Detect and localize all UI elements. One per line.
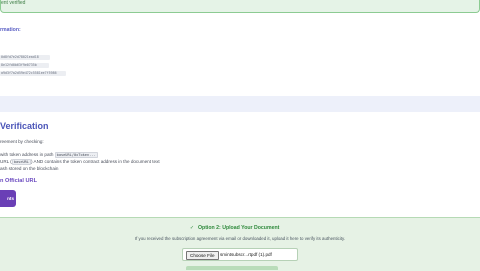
rule-text: with token address in path xyxy=(0,152,54,157)
hash-value: 8e12fd0b63f9e0735b xyxy=(0,63,49,68)
hash-value: 0d8fd7e2d78021ead18 xyxy=(0,55,50,60)
official-url-heading: n Official URL xyxy=(0,178,37,184)
check-icon: ✓ xyxy=(189,225,195,231)
rule-code: baseURL xyxy=(11,159,31,165)
section-divider xyxy=(0,96,480,112)
verification-description: reement by checking: xyxy=(0,139,44,144)
rule-text: URL ( xyxy=(0,159,12,164)
selected-file-name: smintsubscr...rtpdf (1).pdf xyxy=(220,252,272,257)
verify-documents-button[interactable]: nts xyxy=(0,190,16,207)
verification-title: Verification xyxy=(0,121,49,131)
choose-file-button[interactable]: Choose File xyxy=(186,251,219,260)
information-label: rmation: xyxy=(0,27,21,33)
file-input[interactable]: Choose File smintsubscr...rtpdf (1).pdf xyxy=(182,248,298,261)
upload-option-title: Option 2: Upload Your Document xyxy=(198,225,280,231)
verification-rule-base-url: URL (baseURL) AND contains the token con… xyxy=(0,159,160,165)
upload-option-description: If you received the subscription agreeme… xyxy=(134,236,346,241)
verification-rule-hash: ash stored on the blockchain xyxy=(0,166,59,171)
rule-code: baseURL/0xToken... xyxy=(54,152,98,158)
hash-value: a9d3f7a2d59e472c5581ee7f5986 xyxy=(0,71,66,76)
banner-text: ent verified xyxy=(1,0,26,6)
verification-rule-token-path: with token address in path baseURL/0xTok… xyxy=(0,152,98,158)
verified-banner: ent verified xyxy=(0,0,480,13)
rule-text: ) AND contains the token contract addres… xyxy=(30,159,160,164)
verify-upload-button[interactable] xyxy=(186,266,278,270)
